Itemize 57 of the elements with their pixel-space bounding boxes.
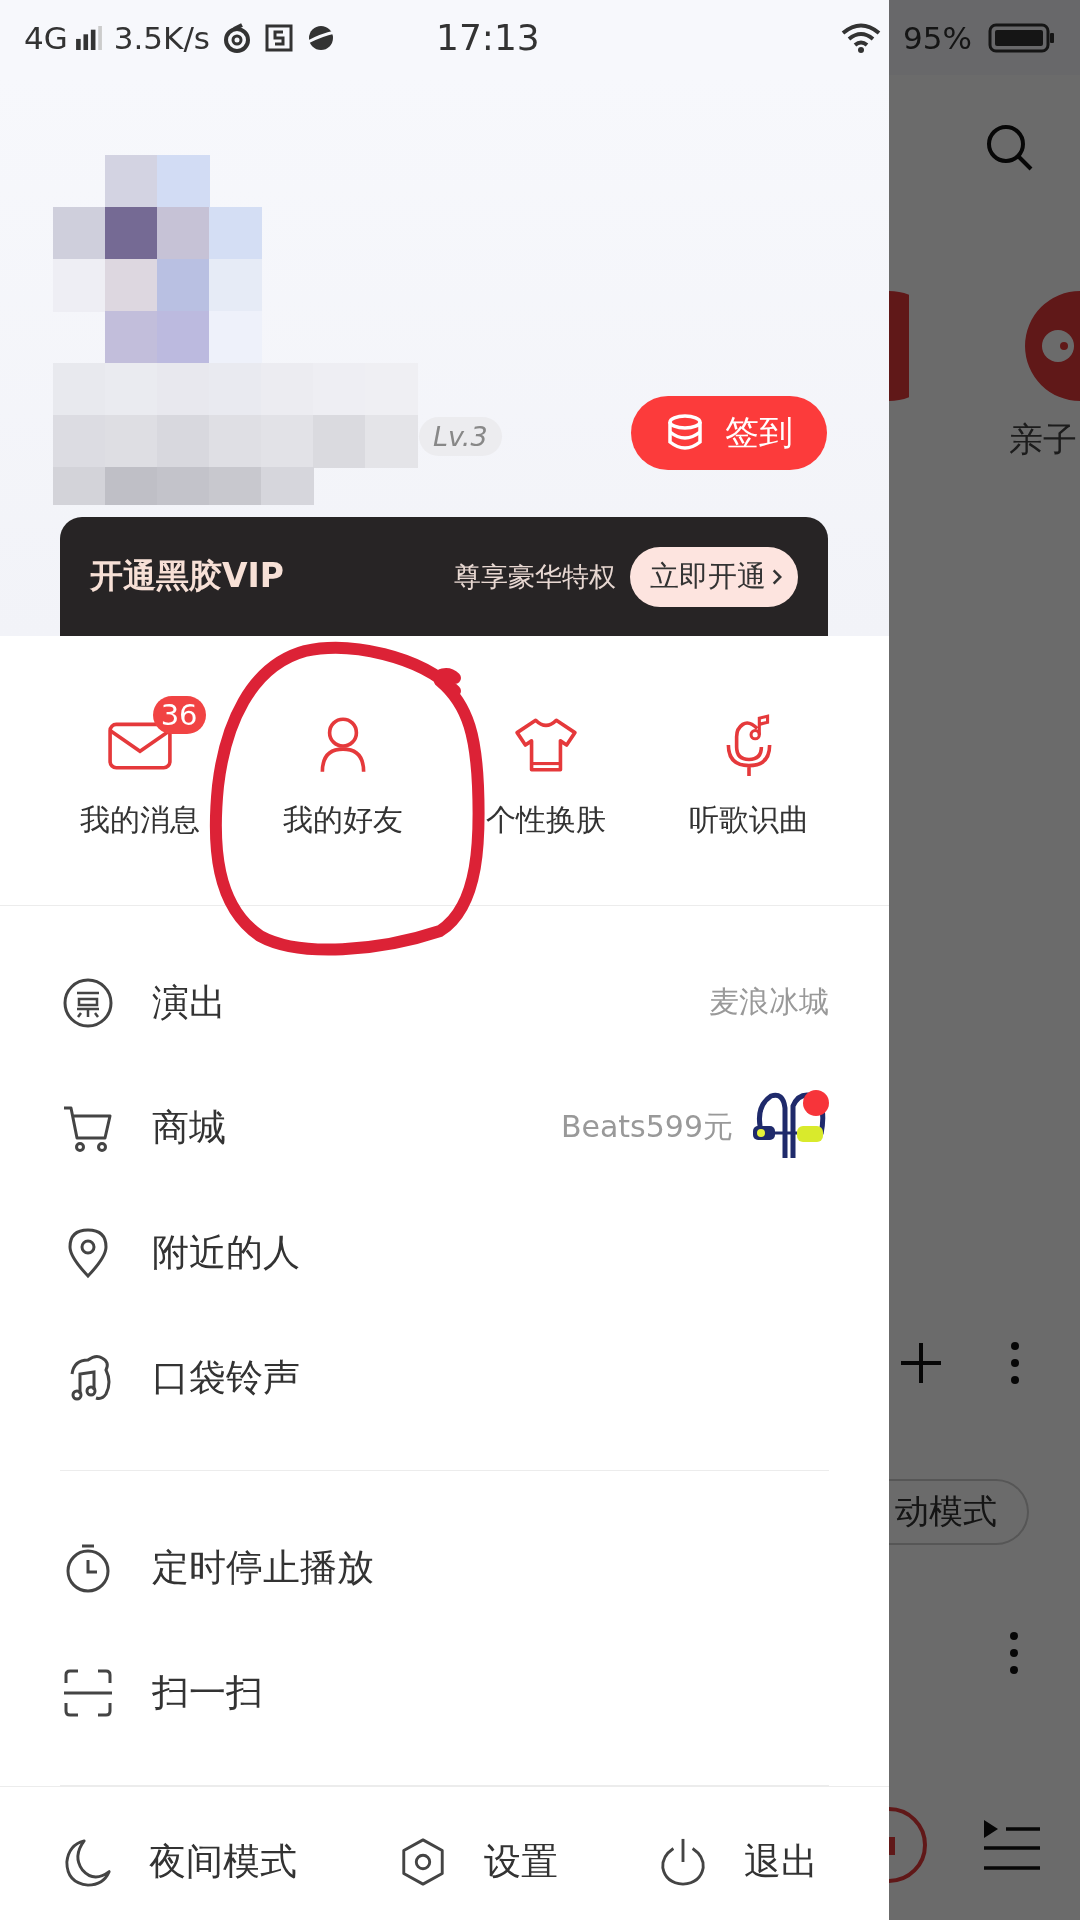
menu-detail: 麦浪冰城 [709, 983, 829, 1021]
bottom-action-label: 退出 [744, 1839, 818, 1885]
moon-icon [63, 1837, 113, 1887]
menu-label: 附近的人 [152, 1229, 301, 1276]
playlist-icon [982, 1818, 1042, 1872]
menu-item[interactable]: 演出 麦浪冰城 [0, 940, 889, 1065]
category-label: 亲子 [1009, 418, 1078, 461]
menu-detail: Beats599元 [560, 1108, 733, 1146]
menu-label: 商城 [152, 1104, 227, 1151]
bottom-action[interactable]: 设置 [398, 1837, 658, 1887]
shortcut-label: 我的消息 [79, 801, 200, 839]
battery-icon [988, 22, 1056, 53]
search-icon [985, 123, 1035, 173]
power-icon [658, 1837, 708, 1887]
plus-icon [899, 1341, 943, 1385]
play-circle-icon [889, 1805, 929, 1885]
vip-subtitle: 尊享豪华特权 [454, 559, 616, 594]
battery-percent: 95% [903, 19, 972, 56]
menu-item[interactable]: 口袋铃声 [0, 1315, 889, 1440]
vip-banner[interactable]: 开通黑胶VIP 尊享豪华特权 立即开通 [60, 517, 828, 636]
vip-title: 开通黑胶VIP [90, 555, 285, 597]
signal-icon [75, 25, 102, 50]
unread-count-badge: 36 [152, 696, 206, 734]
menu-label: 演出 [152, 979, 227, 1026]
network-speed: 3.5K/s [113, 19, 210, 56]
level-badge: Lv.3 [419, 417, 502, 456]
check-in-button[interactable]: 签到 [631, 396, 827, 470]
shortcut-label: 我的好友 [282, 801, 403, 839]
shortcut-item[interactable]: 个性换肤 [444, 696, 648, 905]
menu-label: 口袋铃声 [152, 1354, 301, 1401]
menu-label: 扫一扫 [152, 1669, 264, 1716]
shortcut-item[interactable]: 我的好友 [241, 696, 445, 905]
bottom-action-label: 设置 [484, 1839, 558, 1885]
shortcut-label: 听歌识曲 [689, 801, 810, 839]
shortcut-item[interactable]: 36 我的消息 [38, 696, 242, 905]
ticket-circle-icon [62, 976, 114, 1029]
chevron-icon [772, 567, 782, 586]
menu-item[interactable]: 附近的人 [0, 1190, 889, 1315]
shortcut-label: 个性换肤 [486, 801, 607, 839]
more-icon [1010, 1341, 1020, 1385]
mode-chip: 动模式 [889, 1479, 1029, 1545]
network-type: 4G [24, 19, 68, 56]
coins-icon [665, 413, 705, 453]
menu-item[interactable]: 定时停止播放 [0, 1505, 889, 1630]
bottom-action-label: 夜间模式 [149, 1839, 297, 1885]
shortcut-item[interactable]: 听歌识曲 [647, 696, 851, 905]
menu-item[interactable]: 扫一扫 [0, 1630, 889, 1755]
menu-item[interactable]: 商城 Beats599元 [0, 1065, 889, 1190]
clock-time: 17:13 [436, 17, 541, 58]
more-icon [1009, 1631, 1019, 1675]
framed-square-icon [264, 22, 294, 53]
wifi-icon [841, 22, 882, 53]
activate-button[interactable]: 立即开通 [630, 546, 798, 607]
bottom-action[interactable]: 夜间模式 [63, 1837, 398, 1887]
bottom-action[interactable]: 退出 [658, 1837, 818, 1887]
swirl-icon [222, 22, 252, 53]
menu-label: 定时停止播放 [152, 1544, 375, 1591]
